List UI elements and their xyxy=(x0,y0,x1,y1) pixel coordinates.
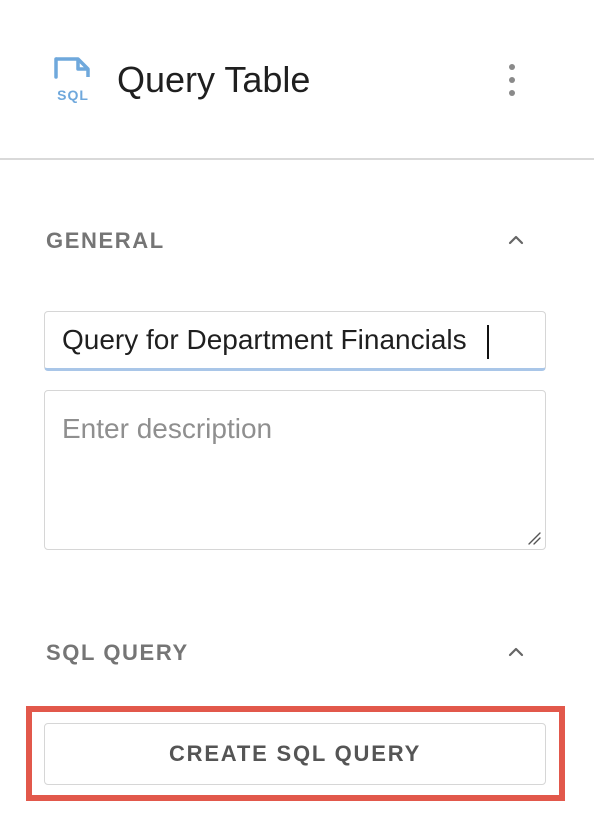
sql-query-section-title: SQL QUERY xyxy=(46,640,189,665)
sql-query-section-header[interactable]: SQL QUERY xyxy=(46,638,546,668)
resize-grip-icon[interactable] xyxy=(526,530,542,546)
more-options-button[interactable] xyxy=(496,60,528,100)
description-field[interactable] xyxy=(44,390,546,550)
panel-title: Query Table xyxy=(117,59,311,100)
query-name-input[interactable] xyxy=(44,311,546,371)
more-vertical-icon-dot xyxy=(509,77,515,83)
panel-header: SQL Query Table xyxy=(0,0,594,160)
general-section-title: GENERAL xyxy=(46,228,165,253)
more-vertical-icon-dot xyxy=(509,90,515,96)
create-sql-query-button[interactable]: CREATE SQL QUERY xyxy=(44,723,546,785)
chevron-up-icon[interactable] xyxy=(506,642,526,662)
sql-file-icon: SQL xyxy=(54,57,90,103)
chevron-up-icon[interactable] xyxy=(506,230,526,250)
text-cursor xyxy=(487,325,489,359)
sql-icon-text: SQL xyxy=(57,87,89,103)
general-section-header[interactable]: GENERAL xyxy=(46,226,546,256)
more-vertical-icon xyxy=(509,64,515,70)
query-table-panel: SQL Query Table GENERAL SQL QUERY CREATE… xyxy=(0,0,594,828)
